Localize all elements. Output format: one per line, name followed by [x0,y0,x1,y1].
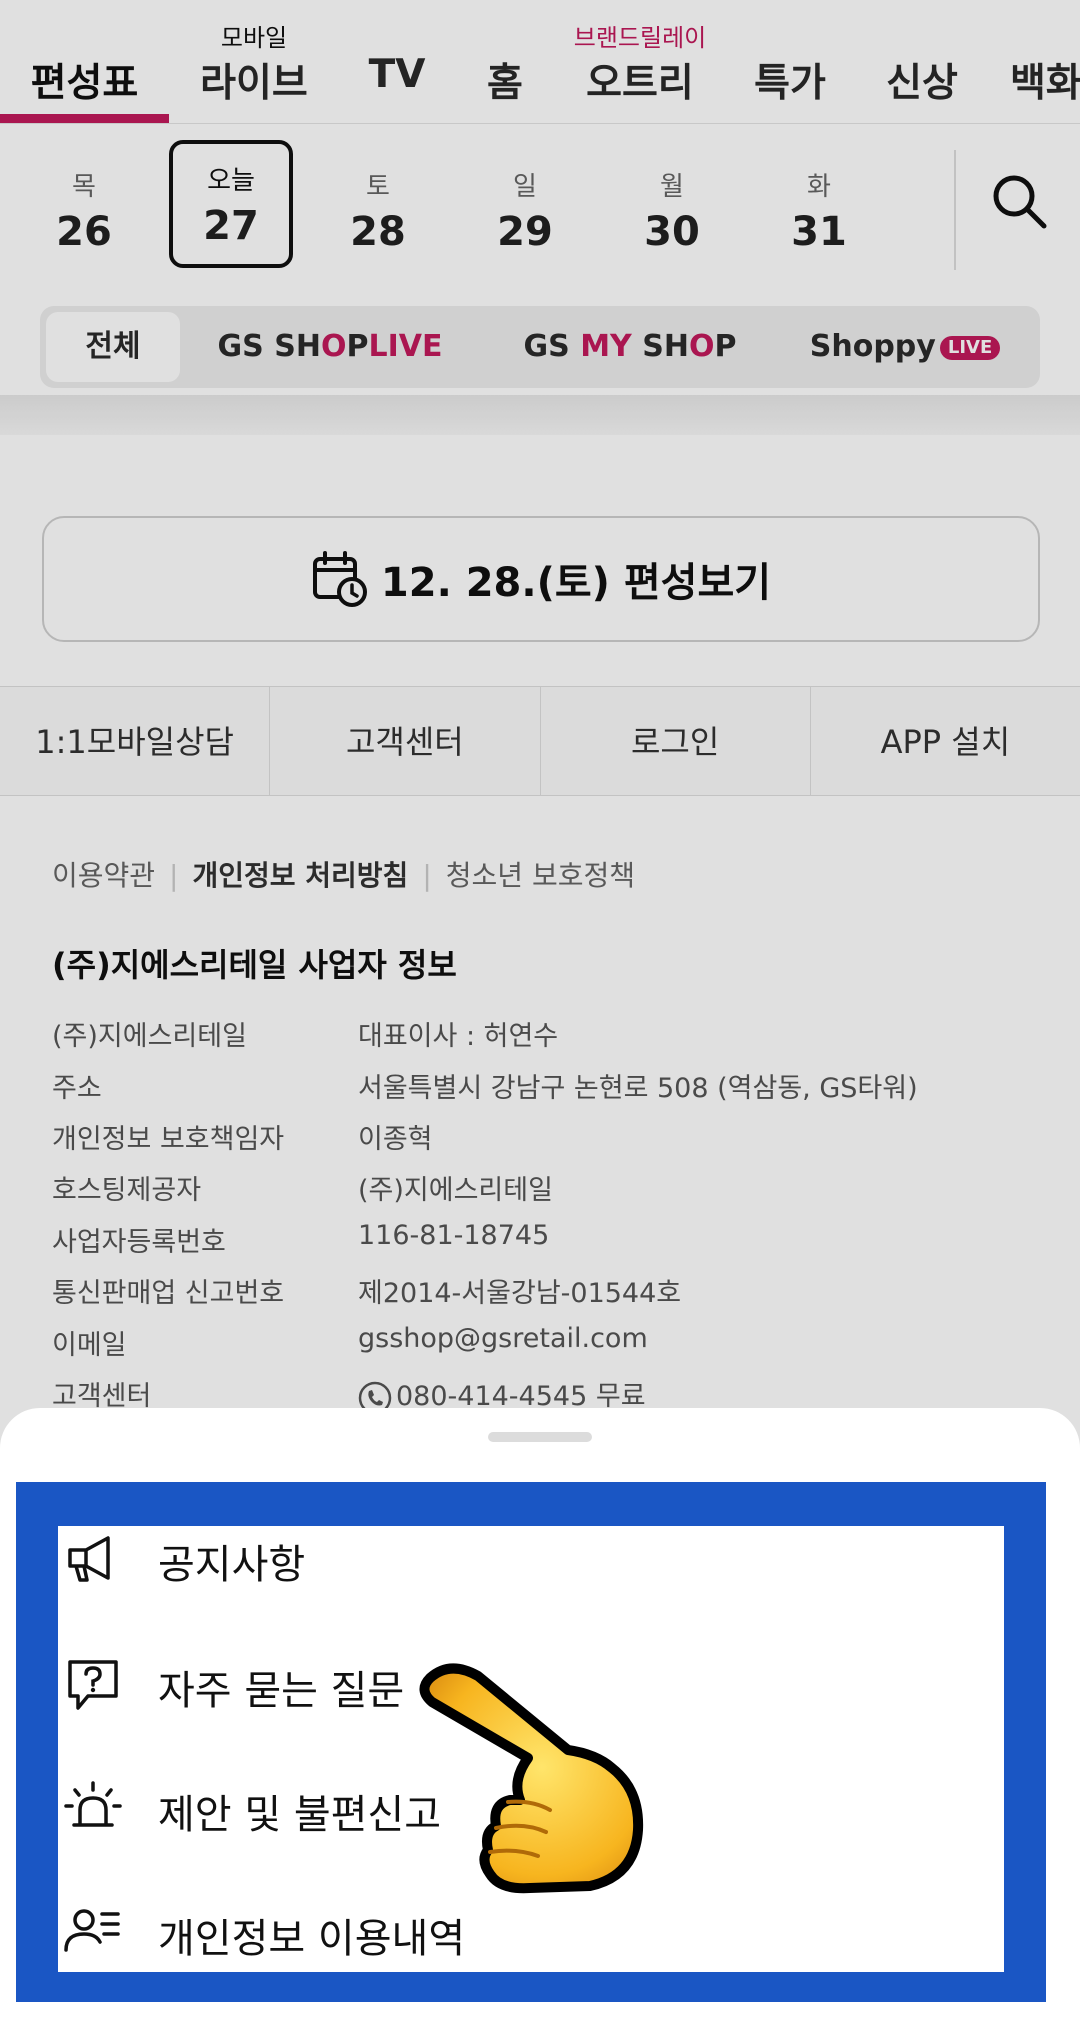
menu-item-label: 자주 묻는 질문 [158,1668,405,1714]
siren-icon [64,1781,122,1827]
pointing-hand-icon [419,1663,644,1894]
menu-item-label: 제안 및 불편신고 [158,1792,442,1838]
menu-item-label: 개인정보 이용내역 [158,1916,466,1962]
menu-item-notice[interactable]: 공지사항 [58,1526,1004,1598]
question-bubble-icon [68,1660,118,1710]
megaphone-icon [68,1536,110,1582]
sheet-drag-handle[interactable] [488,1432,592,1442]
person-list-icon [64,1909,120,1952]
menu-item-label: 공지사항 [158,1542,306,1588]
